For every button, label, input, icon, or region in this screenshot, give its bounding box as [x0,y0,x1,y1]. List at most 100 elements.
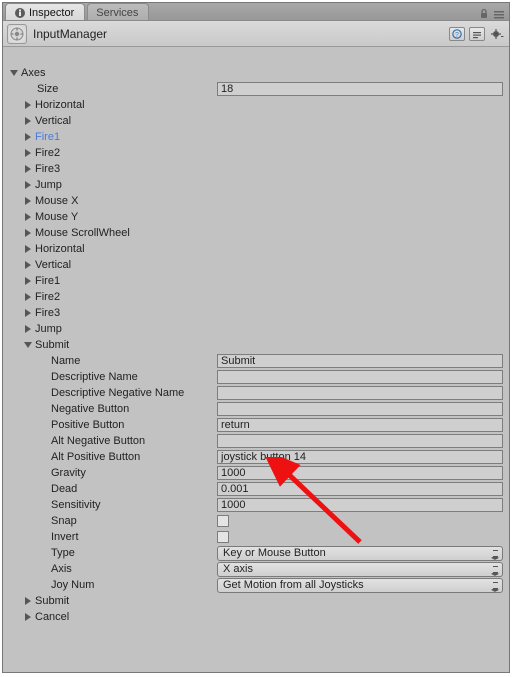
foldout-arrow-down-icon [23,340,33,350]
property-label: Descriptive Name [51,371,138,383]
axis-item-label: Jump [35,179,62,191]
help-button[interactable]: ? [449,27,465,41]
axis-item[interactable]: Fire1 [3,273,509,289]
size-label: Size [37,83,58,95]
foldout-arrow-right-icon [23,132,33,142]
property-label: Invert [51,531,79,543]
axis-item[interactable]: Jump [3,321,509,337]
axis-item[interactable]: Fire2 [3,289,509,305]
property-label: Joy Num [51,579,94,591]
property-input[interactable] [217,498,503,512]
foldout-arrow-right-icon [23,212,33,222]
axis-item[interactable]: Cancel [3,609,509,625]
axis-item-label: Fire3 [35,163,60,175]
axis-item[interactable]: Vertical [3,257,509,273]
foldout-arrow-right-icon [23,276,33,286]
property-checkbox[interactable] [217,515,229,527]
property-row: Joy Num Get Motion from all Joysticks◂▸ [3,577,509,593]
preset-button[interactable] [469,27,485,41]
foldout-arrow-right-icon [23,612,33,622]
property-label: Snap [51,515,77,527]
property-input[interactable] [217,434,503,448]
property-row: Alt Negative Button [3,433,509,449]
tab-services-label: Services [96,7,138,19]
info-icon [14,7,26,19]
property-label: Positive Button [51,419,124,431]
axis-item-label: Horizontal [35,243,85,255]
axis-item-label: Fire2 [35,291,60,303]
axis-item-label: Mouse Y [35,211,78,223]
axis-item[interactable]: Submit [3,593,509,609]
property-input[interactable] [217,450,503,464]
axis-item-label: Vertical [35,259,71,271]
tab-services[interactable]: Services [87,3,149,20]
property-dropdown[interactable]: X axis◂▸ [217,562,503,577]
size-input[interactable] [217,82,503,96]
tab-strip: Inspector Services [3,3,509,21]
property-input[interactable] [217,386,503,400]
foldout-arrow-right-icon [23,148,33,158]
property-input[interactable] [217,354,503,368]
foldout-arrow-right-icon [23,196,33,206]
axis-item-label: Submit [35,339,69,351]
property-label: Descriptive Negative Name [51,387,184,399]
axis-item[interactable]: Horizontal [3,97,509,113]
foldout-arrow-right-icon [23,596,33,606]
axis-item-label: Vertical [35,115,71,127]
tab-inspector-label: Inspector [29,7,74,19]
foldout-arrow-right-icon [23,180,33,190]
property-label: Gravity [51,467,86,479]
property-input[interactable] [217,482,503,496]
axis-item[interactable]: Mouse ScrollWheel [3,225,509,241]
foldout-arrow-right-icon [23,308,33,318]
property-input[interactable] [217,402,503,416]
property-row: Sensitivity [3,497,509,513]
foldout-arrow-right-icon [23,324,33,334]
axis-item[interactable]: Fire1 [3,129,509,145]
property-dropdown[interactable]: Key or Mouse Button◂▸ [217,546,503,561]
tab-inspector[interactable]: Inspector [5,3,85,20]
axis-item[interactable]: Horizontal [3,241,509,257]
axis-item[interactable]: Fire3 [3,161,509,177]
property-row: TypeKey or Mouse Button◂▸ [3,545,509,561]
property-row: Negative Button [3,401,509,417]
dropdown-value: Get Motion from all Joysticks [223,579,364,591]
component-title: InputManager [33,27,107,41]
axis-item[interactable]: Fire3 [3,305,509,321]
axis-item-label: Jump [35,323,62,335]
settings-asset-icon [7,24,27,44]
property-row: Gravity [3,465,509,481]
axis-item-submit[interactable]: Submit [3,337,509,353]
axis-item-label: Fire1 [35,131,60,143]
inspector-window: Inspector Services InputManager ? [2,2,510,673]
property-dropdown[interactable]: Get Motion from all Joysticks◂▸ [217,578,503,593]
panel-menu-icon[interactable] [493,8,505,20]
svg-text:?: ? [455,31,459,38]
foldout-arrow-right-icon [23,260,33,270]
context-gear-button[interactable] [489,27,505,41]
property-label: Alt Negative Button [51,435,145,447]
axis-item-label: Horizontal [35,99,85,111]
axis-item-label: Cancel [35,611,69,623]
axis-item[interactable]: Jump [3,177,509,193]
axis-item-label: Mouse X [35,195,78,207]
property-input[interactable] [217,466,503,480]
axis-item-label: Mouse ScrollWheel [35,227,130,239]
axis-item[interactable]: Mouse X [3,193,509,209]
axis-item-label: Fire3 [35,307,60,319]
foldout-arrow-right-icon [23,116,33,126]
axis-item[interactable]: Mouse Y [3,209,509,225]
property-input[interactable] [217,370,503,384]
axis-item-label: Fire2 [35,147,60,159]
lock-icon[interactable] [478,8,490,20]
property-label: Alt Positive Button [51,451,140,463]
property-label: Negative Button [51,403,129,415]
axis-item[interactable]: Vertical [3,113,509,129]
property-input[interactable] [217,418,503,432]
property-checkbox[interactable] [217,531,229,543]
foldout-arrow-right-icon [23,244,33,254]
foldout-arrow-down-icon [9,68,19,78]
axes-foldout[interactable]: Axes [3,65,509,81]
property-label: Dead [51,483,77,495]
axis-item[interactable]: Fire2 [3,145,509,161]
